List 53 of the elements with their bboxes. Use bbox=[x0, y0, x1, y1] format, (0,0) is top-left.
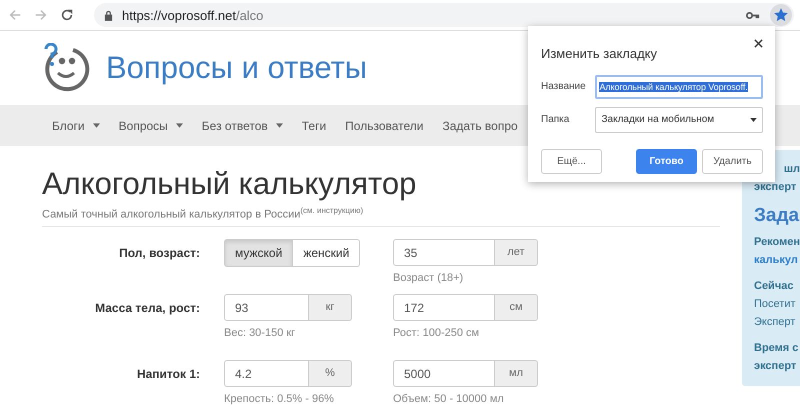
field-hint: Рост: 100-250 см bbox=[393, 326, 480, 339]
url-text: https://voprosoff.net/alco bbox=[122, 8, 264, 22]
field-label: Пол, возраст: bbox=[118, 244, 201, 262]
field-label: Масса тела, рост: bbox=[94, 300, 201, 317]
caret-icon[interactable] bbox=[750, 118, 757, 122]
done-button[interactable]: Готово bbox=[636, 149, 697, 174]
nav-link[interactable]: Блоги bbox=[52, 118, 100, 132]
dialog-button[interactable]: Удалить bbox=[702, 149, 763, 174]
field-label: Папка bbox=[541, 114, 570, 125]
input-field[interactable]: 4.2 bbox=[224, 360, 309, 387]
sidebar-text: Эксперт bbox=[754, 315, 796, 330]
nav-link[interactable]: Вопросы bbox=[118, 118, 183, 132]
field-hint: Крепость: 0.5% - 96% bbox=[224, 392, 335, 405]
input-field[interactable]: 5000 bbox=[393, 360, 495, 387]
unit-label: кг bbox=[309, 294, 352, 321]
sidebar-text: шл bbox=[782, 162, 800, 177]
nav-link[interactable]: Без ответов bbox=[202, 118, 283, 132]
close-icon[interactable] bbox=[754, 39, 763, 48]
page-title: Алкогольный калькулятор bbox=[42, 166, 418, 202]
unit-label: лет bbox=[495, 238, 538, 266]
unit-label: % bbox=[309, 360, 352, 387]
folder-dropdown[interactable]: Закладки на мобильном bbox=[595, 106, 763, 132]
sidebar-text: эксперт bbox=[754, 359, 798, 374]
name-field[interactable]: Алкогольный калькулятор Voprosoff. bbox=[595, 74, 763, 98]
input-field[interactable]: 93 bbox=[224, 294, 309, 321]
nav-link[interactable]: Пользователи bbox=[345, 118, 424, 132]
field-hint: Вес: 30-150 кг bbox=[224, 326, 296, 339]
unit-label: см bbox=[495, 294, 538, 321]
field-label: Название bbox=[541, 81, 587, 92]
sidebar-text: Посетит bbox=[754, 297, 796, 312]
sidebar-text: эксперт bbox=[754, 180, 798, 195]
sidebar-text: Время с bbox=[754, 341, 800, 356]
input-field[interactable]: 172 bbox=[393, 294, 495, 321]
dialog-title: Изменить закладку bbox=[541, 46, 658, 61]
sidebar-text: Сейчас bbox=[754, 279, 794, 294]
nav-link[interactable]: Задать вопро bbox=[442, 118, 518, 132]
field-label: Напиток 1: bbox=[136, 366, 201, 383]
toggle-option[interactable]: женский bbox=[293, 238, 360, 267]
nav-link[interactable]: Теги bbox=[302, 118, 326, 132]
field-hint: Возраст (18+) bbox=[393, 272, 464, 284]
toggle-option[interactable]: мужской bbox=[224, 238, 294, 267]
dialog-button[interactable]: Ещё... bbox=[541, 149, 602, 174]
input-field[interactable]: 35 bbox=[393, 238, 495, 266]
key-icon[interactable] bbox=[746, 10, 760, 20]
site-title[interactable]: Вопросы и ответы bbox=[106, 50, 368, 86]
reload-icon[interactable] bbox=[60, 8, 74, 22]
sidebar-text: Рекомен bbox=[754, 235, 800, 250]
unit-label: мл bbox=[495, 360, 538, 387]
address-bar[interactable]: https://voprosoff.net/alco bbox=[94, 3, 794, 27]
sidebar-heading: Зада bbox=[754, 205, 800, 227]
field-hint: Объем: 50 - 10000 мл bbox=[393, 392, 505, 405]
page-subtitle: Самый точный алкогольный калькулятор в России$^{(см. инструкцию)}$ bbox=[42, 206, 720, 227]
lock-icon bbox=[104, 10, 113, 20]
